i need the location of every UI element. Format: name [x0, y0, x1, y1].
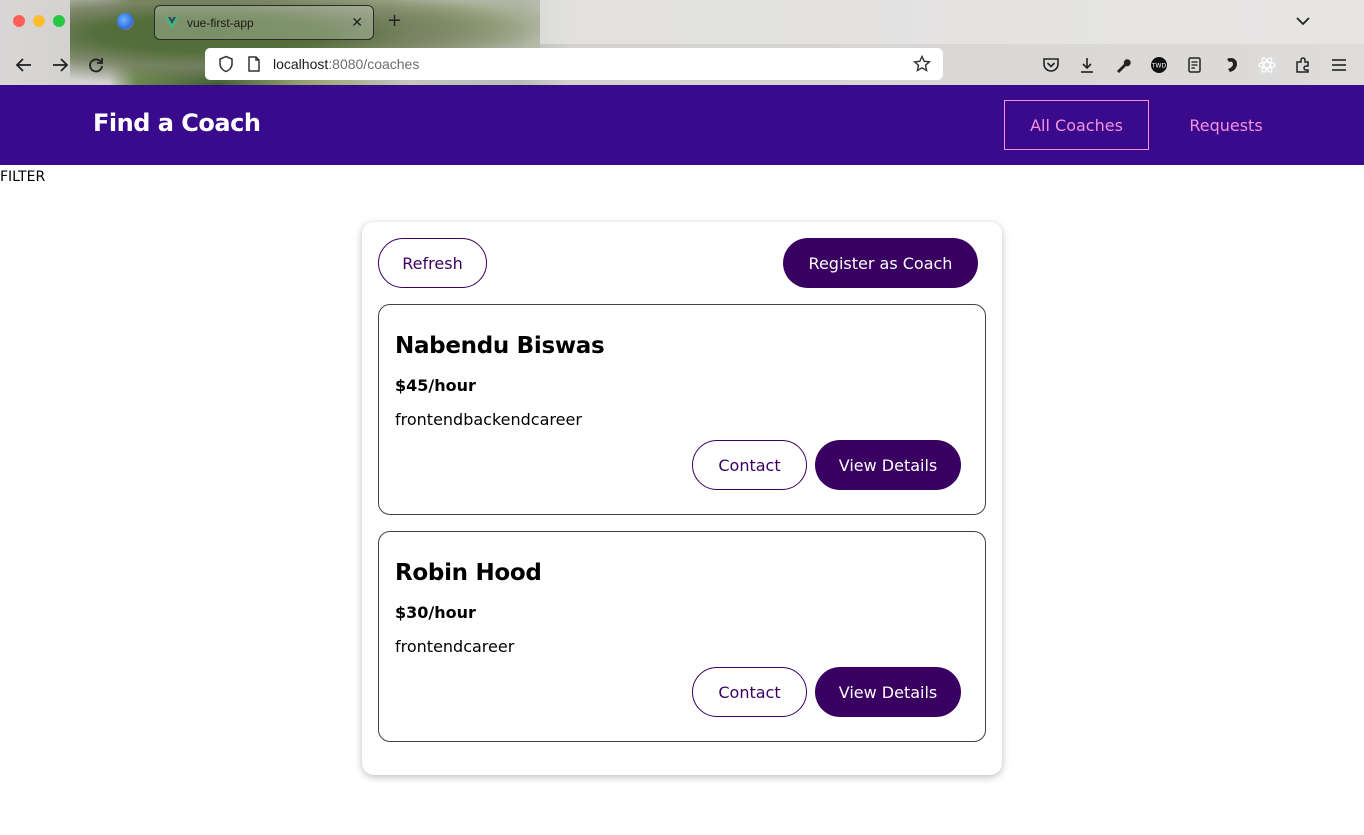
url-host: localhost	[273, 56, 329, 72]
register-as-coach-button[interactable]: Register as Coach	[783, 238, 978, 288]
pocket-icon[interactable]	[1040, 54, 1062, 76]
shield-icon[interactable]	[217, 55, 235, 73]
contact-button[interactable]: Contact	[692, 667, 807, 717]
coach-rate: $30/hour	[395, 603, 476, 622]
close-window-button[interactable]	[13, 15, 25, 27]
address-bar[interactable]: localhost:8080/coaches	[205, 48, 943, 80]
browser-tab[interactable]: vue-first-app ✕	[154, 5, 374, 40]
close-tab-icon[interactable]: ✕	[351, 15, 363, 31]
coach-areas: frontendbackendcareer	[395, 410, 582, 429]
react-devtools-icon[interactable]	[1256, 54, 1278, 76]
contact-button[interactable]: Contact	[692, 440, 807, 490]
new-tab-button[interactable]: +	[387, 10, 402, 31]
vue-logo-icon	[165, 16, 179, 29]
toolbar-icons: TWD	[1040, 54, 1350, 76]
refresh-button[interactable]: Refresh	[378, 238, 487, 288]
coach-areas: frontendcareer	[395, 637, 515, 656]
nav-all-coaches[interactable]: All Coaches	[1004, 100, 1149, 150]
maximize-window-button[interactable]	[53, 15, 65, 27]
filter-label: FILTER	[0, 169, 46, 185]
list-all-tabs-icon[interactable]	[1294, 12, 1312, 30]
svg-text:TWD: TWD	[1151, 63, 1167, 70]
coach-item: Robin Hood $30/hour frontendcareer Conta…	[378, 531, 986, 742]
reader-notes-icon[interactable]	[1184, 54, 1206, 76]
back-icon[interactable]	[14, 55, 34, 75]
extensions-puzzle-icon[interactable]	[1292, 54, 1314, 76]
brand-title[interactable]: Find a Coach	[93, 109, 261, 137]
firefox-view-icon[interactable]	[117, 13, 134, 30]
gecko-extension-icon[interactable]	[1220, 54, 1242, 76]
hamburger-menu-icon[interactable]	[1328, 54, 1350, 76]
url-path: :8080/coaches	[328, 56, 420, 72]
bookmark-star-icon[interactable]	[913, 55, 931, 73]
minimize-window-button[interactable]	[33, 15, 45, 27]
coach-name: Robin Hood	[395, 560, 542, 586]
wrench-icon[interactable]	[1112, 54, 1134, 76]
tab-title: vue-first-app	[187, 15, 254, 30]
downloads-icon[interactable]	[1076, 54, 1098, 76]
nav-requests[interactable]: Requests	[1168, 100, 1284, 150]
tabstrip-background	[540, 0, 1364, 44]
coach-name: Nabendu Biswas	[395, 333, 605, 359]
view-details-button[interactable]: View Details	[815, 667, 961, 717]
reload-icon[interactable]	[86, 55, 106, 75]
view-details-button[interactable]: View Details	[815, 440, 961, 490]
page-info-icon[interactable]	[245, 55, 263, 73]
coach-item: Nabendu Biswas $45/hour frontendbackendc…	[378, 304, 986, 515]
coach-rate: $45/hour	[395, 376, 476, 395]
twd-extension-icon[interactable]: TWD	[1148, 54, 1170, 76]
forward-icon[interactable]	[50, 55, 70, 75]
